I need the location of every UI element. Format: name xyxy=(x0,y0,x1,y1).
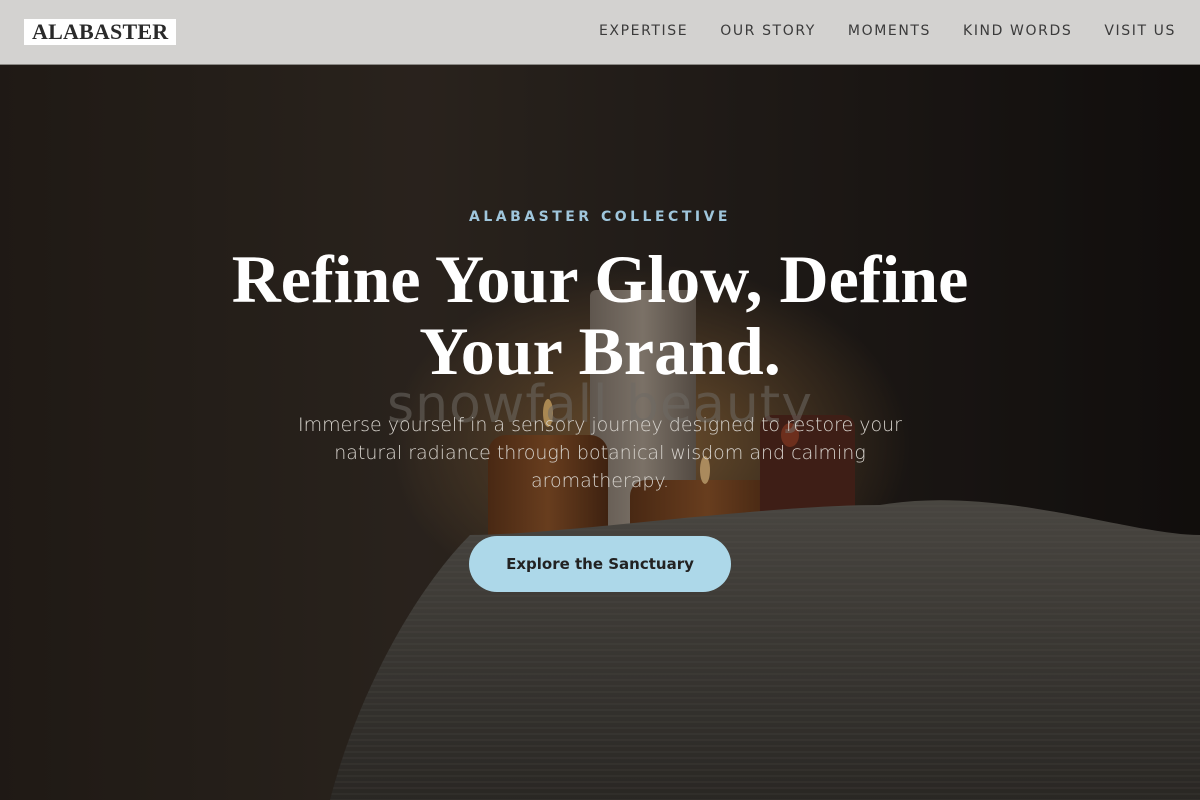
explore-sanctuary-button[interactable]: Explore the Sanctuary xyxy=(469,536,731,592)
nav-link-expertise[interactable]: EXPERTISE xyxy=(599,21,688,41)
hero-subtitle: Immerse yourself in a sensory journey de… xyxy=(298,414,902,492)
nav-link-visit-us[interactable]: VISIT US xyxy=(1104,21,1176,41)
nav-link-moments[interactable]: MOMENTS xyxy=(848,21,931,41)
nav-link-kind-words[interactable]: KIND WORDS xyxy=(963,21,1072,41)
hero-title: Refine Your Glow, Define Your Brand. xyxy=(231,241,969,389)
main-nav: EXPERTISE OUR STORY MOMENTS KIND WORDS V… xyxy=(599,21,1176,41)
logo[interactable]: ALABASTER xyxy=(24,19,177,45)
site-header: ALABASTER EXPERTISE OUR STORY MOMENTS KI… xyxy=(0,0,1200,65)
hero-eyebrow: ALABASTER COLLECTIVE xyxy=(469,209,731,225)
hero-section: snowfall beauty ALABASTER COLLECTIVE Ref… xyxy=(0,65,1200,800)
nav-link-our-story[interactable]: OUR STORY xyxy=(720,21,816,41)
